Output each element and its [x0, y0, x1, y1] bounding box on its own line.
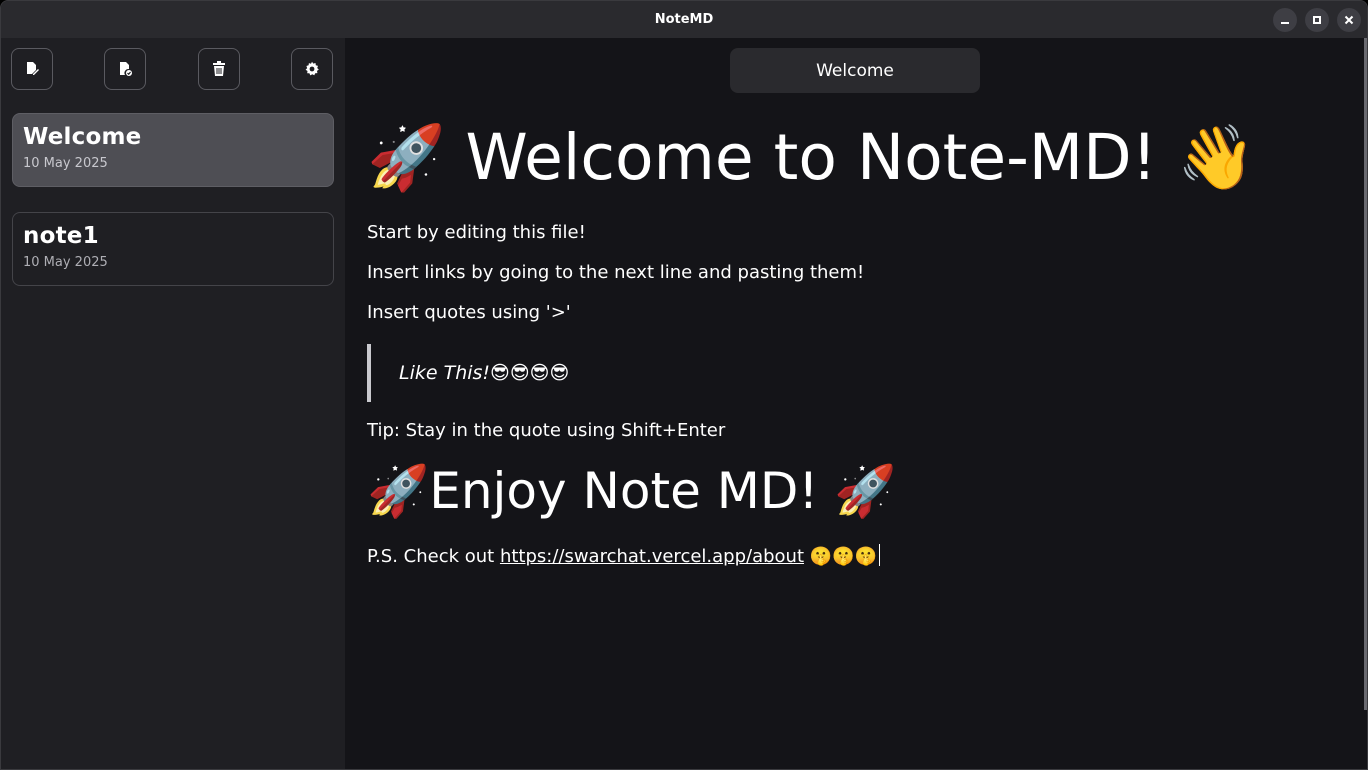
maximize-icon: [1313, 16, 1321, 24]
about-link[interactable]: https://swarchat.vercel.app/about: [500, 546, 804, 567]
minimize-icon: [1281, 22, 1289, 24]
note-date: 10 May 2025: [23, 156, 108, 171]
editor-scrollbar[interactable]: [1364, 38, 1367, 710]
heading-1: 🚀 Welcome to Note-MD! 👋: [367, 121, 1256, 194]
note-title: note1: [23, 223, 99, 249]
settings-button[interactable]: [291, 48, 333, 90]
window-title: NoteMD: [654, 12, 714, 27]
ps-paragraph: P.S. Check out https://swarchat.vercel.a…: [367, 544, 880, 567]
paragraph: Start by editing this file!: [367, 222, 586, 243]
minimize-button[interactable]: [1273, 8, 1297, 32]
close-icon: [1344, 15, 1354, 25]
maximize-button[interactable]: [1305, 8, 1329, 32]
heading-2: 🚀Enjoy Note MD! 🚀: [367, 462, 897, 520]
new-note-button[interactable]: [11, 48, 53, 90]
note-title: Welcome: [23, 124, 142, 150]
titlebar: NoteMD: [1, 1, 1367, 38]
blockquote-text: Like This!😎😎😎😎: [399, 362, 570, 384]
note-title-input[interactable]: Welcome: [730, 48, 980, 93]
close-button[interactable]: [1337, 8, 1361, 32]
window-controls: [1273, 8, 1361, 32]
gear-icon: [305, 61, 319, 76]
note-date: 10 May 2025: [23, 255, 108, 270]
paragraph: Insert quotes using '>': [367, 302, 571, 323]
ps-suffix: 🤫🤫🤫: [804, 546, 877, 567]
editor-pane: Welcome 🚀 Welcome to Note-MD! 👋 Start by…: [345, 38, 1367, 769]
trash-icon: [213, 61, 225, 76]
paragraph: Insert links by going to the next line a…: [367, 262, 865, 283]
new-note-icon: [27, 62, 39, 75]
note-list-item-note1[interactable]: note1 10 May 2025: [12, 212, 334, 286]
ps-prefix: P.S. Check out: [367, 546, 500, 567]
delete-note-button[interactable]: [198, 48, 240, 90]
text-caret: [878, 544, 880, 566]
app-window: NoteMD Welcome 10 May 2025 note1 10 May …: [0, 0, 1368, 770]
sidebar: Welcome 10 May 2025 note1 10 May 2025: [1, 38, 345, 769]
export-note-icon: [120, 62, 132, 76]
export-note-button[interactable]: [104, 48, 146, 90]
tip-paragraph: Tip: Stay in the quote using Shift+Enter: [367, 420, 726, 441]
note-list-item-welcome[interactable]: Welcome 10 May 2025: [12, 113, 334, 187]
blockquote: Like This!😎😎😎😎: [367, 344, 967, 402]
